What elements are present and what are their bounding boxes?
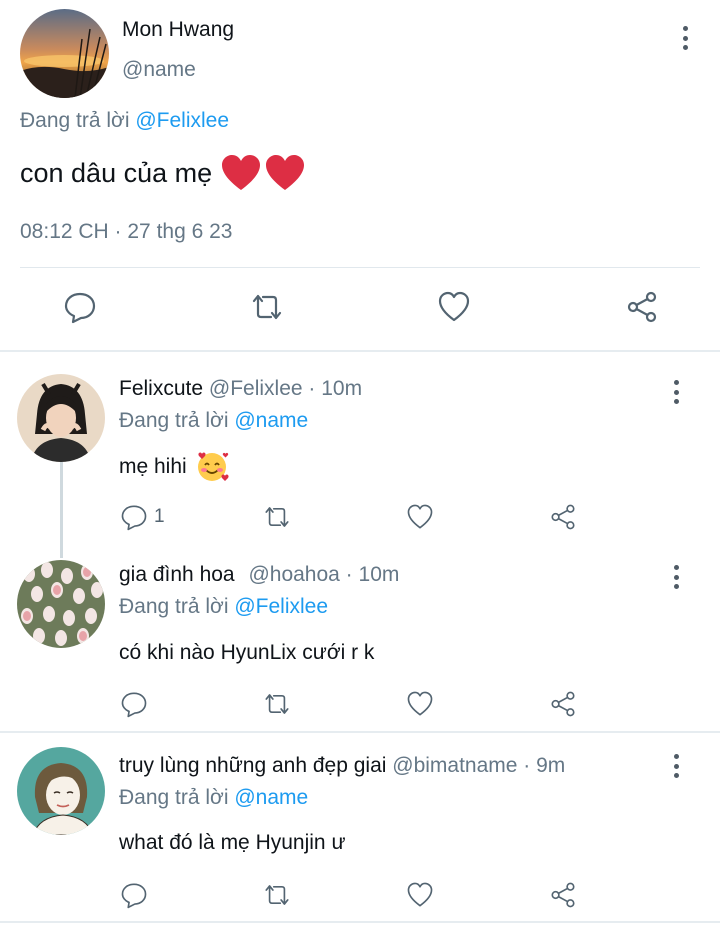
divider — [20, 267, 700, 268]
drawn-person-avatar-image — [17, 747, 105, 835]
reply-text: what đó là mẹ Hyunjin ư — [119, 831, 346, 855]
reply-button[interactable]: 1 — [120, 503, 165, 531]
reply-text: có khi nào HyunLix cưới r k — [119, 641, 374, 665]
reply-handle-time[interactable]: @Felixlee · 10m — [209, 377, 362, 400]
more-options-icon[interactable] — [666, 563, 686, 591]
replying-to-label: Đang trả lời — [119, 595, 229, 618]
red-heart-icon — [222, 155, 261, 190]
share-button[interactable] — [625, 290, 659, 324]
reply-button[interactable] — [120, 881, 148, 909]
like-button[interactable] — [406, 503, 434, 531]
retweet-icon — [265, 694, 289, 714]
more-options-icon[interactable] — [666, 752, 686, 780]
replying-to-mention[interactable]: @name — [234, 409, 308, 432]
reply-tweet: truy lùng những anh đẹp giai @bimatname … — [0, 733, 720, 925]
reply-header: truy lùng những anh đẹp giai @bimatname … — [119, 754, 565, 778]
like-button[interactable] — [406, 690, 434, 718]
reply-icon — [121, 505, 147, 531]
main-tweet: Mon Hwang @name Đang trả lời @Felixlee c… — [0, 0, 720, 352]
reply-avatar[interactable] — [17, 560, 105, 648]
reply-icon — [121, 692, 147, 718]
more-options-icon[interactable] — [675, 24, 695, 52]
reply-button[interactable] — [120, 690, 148, 718]
replying-to: Đang trả lời @name — [119, 409, 308, 433]
reply-text: mẹ hihi — [119, 450, 229, 484]
sunset-avatar-image — [20, 9, 109, 98]
replying-to: Đang trả lời @Felixlee — [119, 595, 328, 619]
share-button[interactable] — [549, 503, 577, 531]
section-divider — [0, 921, 720, 923]
share-icon — [551, 882, 575, 908]
share-icon — [627, 291, 657, 323]
replying-to-label: Đang trả lời — [20, 109, 130, 132]
reply-text-body: mẹ hihi — [119, 455, 187, 478]
author-avatar[interactable] — [20, 9, 109, 98]
replying-to-mention[interactable]: @Felixlee — [135, 109, 229, 132]
reply-text-body: có khi nào HyunLix cưới r k — [119, 641, 375, 664]
like-icon — [407, 882, 433, 907]
replying-to-mention[interactable]: @Felixlee — [234, 595, 328, 618]
replying-to: Đang trả lời @Felixlee — [20, 109, 229, 133]
retweet-icon — [252, 294, 282, 320]
replying-to: Đang trả lời @name — [119, 786, 308, 810]
share-icon — [551, 691, 575, 717]
reply-header: Felixcute @Felixlee · 10m — [119, 377, 362, 401]
like-button[interactable] — [406, 881, 434, 909]
reply-avatar[interactable] — [17, 747, 105, 835]
reply-button[interactable] — [63, 290, 97, 324]
reply-author-name[interactable]: gia đình hoa — [119, 563, 235, 586]
reply-author-name[interactable]: Felixcute — [119, 377, 203, 400]
reply-text-body: what đó là mẹ Hyunjin ư — [119, 831, 346, 854]
share-button[interactable] — [549, 881, 577, 909]
reply-count: 1 — [154, 506, 165, 527]
retweet-icon — [265, 885, 289, 905]
like-icon — [407, 691, 433, 716]
reply-tweet: gia đình hoa @hoahoa · 10m Đang trả lời … — [0, 537, 720, 732]
reply-icon — [121, 883, 147, 909]
share-icon — [551, 504, 575, 530]
person-avatar-image — [17, 374, 105, 462]
retweet-button[interactable] — [263, 690, 291, 718]
retweet-button[interactable] — [263, 503, 291, 531]
reply-handle-time[interactable]: @hoahoa · 10m — [248, 563, 399, 586]
reply-icon — [64, 292, 96, 324]
retweet-button[interactable] — [250, 290, 284, 324]
reply-tweet: Felixcute @Felixlee · 10m Đang trả lời @… — [0, 352, 720, 537]
more-options-icon[interactable] — [666, 378, 686, 406]
like-button[interactable] — [437, 290, 471, 324]
tweet-timestamp: 08:12 CH · 27 thg 6 23 — [20, 220, 233, 243]
reply-header: gia đình hoa @hoahoa · 10m — [119, 563, 399, 587]
replying-to-label: Đang trả lời — [119, 409, 229, 432]
like-icon — [407, 504, 433, 529]
share-button[interactable] — [549, 690, 577, 718]
tulips-avatar-image — [17, 560, 105, 648]
tweet-actions — [0, 286, 720, 330]
retweet-button[interactable] — [263, 881, 291, 909]
heart-emoji — [220, 153, 306, 193]
red-heart-icon — [266, 155, 305, 190]
reply-avatar[interactable] — [17, 374, 105, 462]
author-name[interactable]: Mon Hwang — [122, 18, 234, 42]
reply-handle-time[interactable]: @bimatname · 9m — [392, 754, 565, 777]
retweet-icon — [265, 507, 289, 527]
reply-author-name[interactable]: truy lùng những anh đẹp giai — [119, 754, 386, 777]
like-icon — [438, 291, 470, 322]
tweet-text-body: con dâu của mẹ — [20, 157, 213, 188]
replying-to-label: Đang trả lời — [119, 786, 229, 809]
author-handle[interactable]: @name — [122, 58, 196, 82]
smiling-face-with-hearts-icon — [197, 452, 229, 481]
tweet-text: con dâu của mẹ — [20, 153, 306, 193]
replying-to-mention[interactable]: @name — [234, 786, 308, 809]
